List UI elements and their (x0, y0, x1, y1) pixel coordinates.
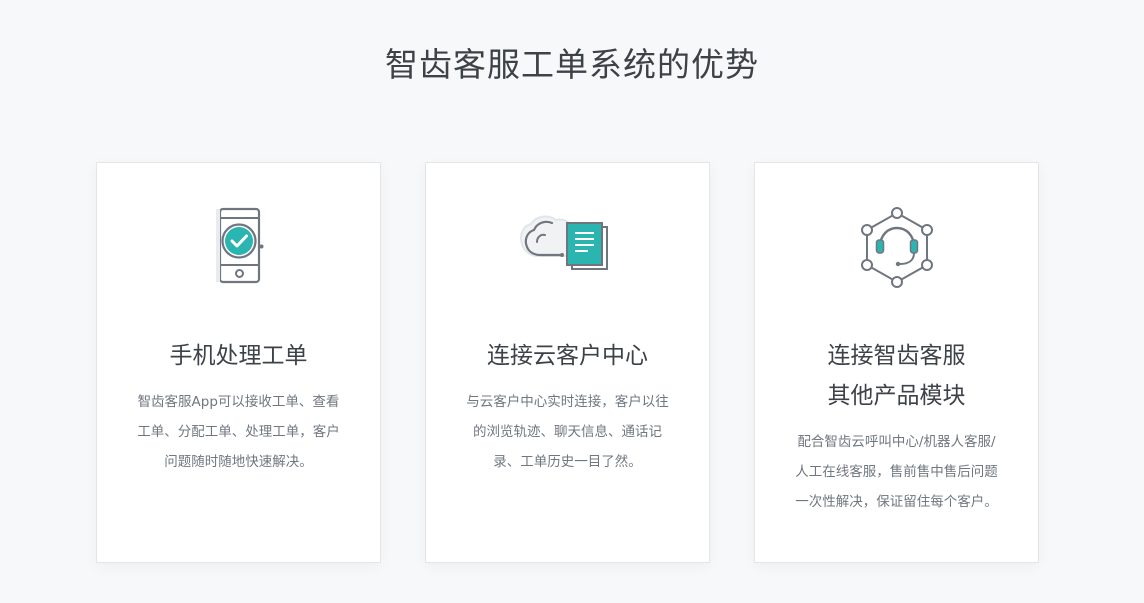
mobile-check-icon (97, 203, 380, 293)
card-description: 智齿客服App可以接收工单、查看 工单、分配工单、处理工单，客户 问题随时随地快… (137, 394, 340, 470)
feature-card-modules: 连接智齿客服 其他产品模块 配合智齿云呼叫中心/机器人客服/ 人工在线客服，售前… (754, 162, 1039, 563)
card-description: 与云客户中心实时连接，客户以往 的浏览轨迹、聊天信息、通话记 录、工单历史一目了… (466, 394, 669, 470)
card-title: 手机处理工单 (169, 343, 308, 369)
card-description: 配合智齿云呼叫中心/机器人客服/ 人工在线客服，售前售中售后问题 一次性解决，保… (795, 434, 998, 510)
card-title: 连接云客户中心 (487, 343, 648, 369)
feature-card-mobile: 手机处理工单 智齿客服App可以接收工单、查看 工单、分配工单、处理工单，客户 … (96, 162, 381, 563)
headset-network-icon (755, 203, 1038, 293)
feature-card-cloud-center: 连接云客户中心 与云客户中心实时连接，客户以往 的浏览轨迹、聊天信息、通话记 录… (425, 162, 710, 563)
cloud-document-icon (426, 203, 709, 293)
card-title: 连接智齿客服 其他产品模块 (827, 343, 966, 409)
section-title: 智齿客服工单系统的优势 (385, 45, 759, 84)
